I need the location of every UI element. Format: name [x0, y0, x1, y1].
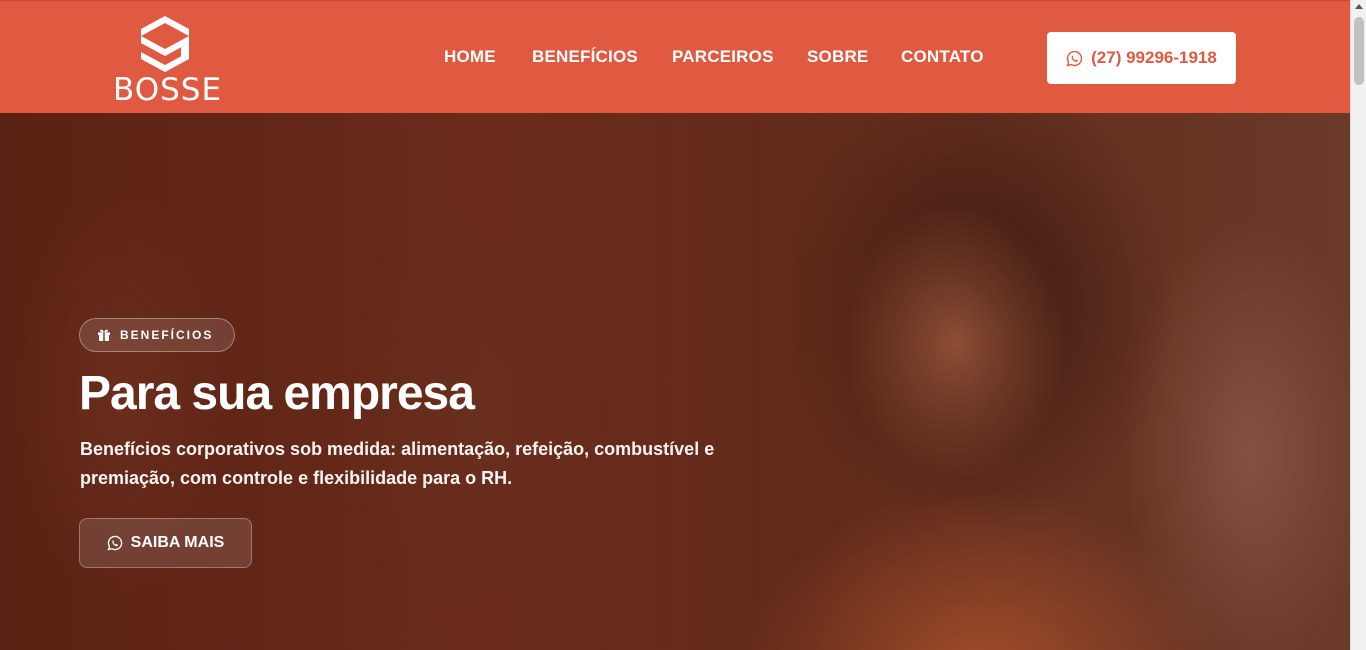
phone-button[interactable]: (27) 99296-1918 [1047, 32, 1236, 84]
hero-badge: BENEFÍCIOS [79, 318, 235, 352]
cta-label: SAIBA MAIS [130, 534, 225, 551]
badge-label: BENEFÍCIOS [120, 328, 214, 342]
page: BOSSE HOME BENEFÍCIOS PARCEIROS SOBRE CO… [0, 0, 1350, 650]
scroll-thumb[interactable] [1354, 17, 1364, 85]
gift-icon [98, 329, 110, 341]
nav-parceiros[interactable]: PARCEIROS [672, 47, 774, 67]
page-scrollbar[interactable] [1350, 0, 1366, 650]
hero-description: Benefícios corporativos sob medida: alim… [80, 439, 715, 488]
hero-title: Para sua empresa [79, 367, 475, 420]
nav-home[interactable]: HOME [444, 47, 496, 67]
nav-beneficios[interactable]: BENEFÍCIOS [532, 47, 638, 67]
site-header: BOSSE HOME BENEFÍCIOS PARCEIROS SOBRE CO… [0, 0, 1350, 113]
whatsapp-icon [107, 535, 122, 551]
nav-contato[interactable]: CONTATO [901, 47, 984, 67]
phone-number: (27) 99296-1918 [1091, 48, 1217, 67]
hero-section: BENEFÍCIOS Para sua empresa Benefícios c… [0, 113, 1350, 650]
scroll-up-arrow-icon[interactable] [1355, 4, 1363, 9]
nav-sobre[interactable]: SOBRE [807, 47, 868, 67]
s-hexagon-logo-icon [141, 16, 189, 72]
brand-logo[interactable]: BOSSE [113, 14, 223, 108]
brand-name: BOSSE [113, 72, 223, 108]
whatsapp-icon [1066, 50, 1083, 66]
saiba-mais-button[interactable]: SAIBA MAIS [79, 518, 252, 568]
